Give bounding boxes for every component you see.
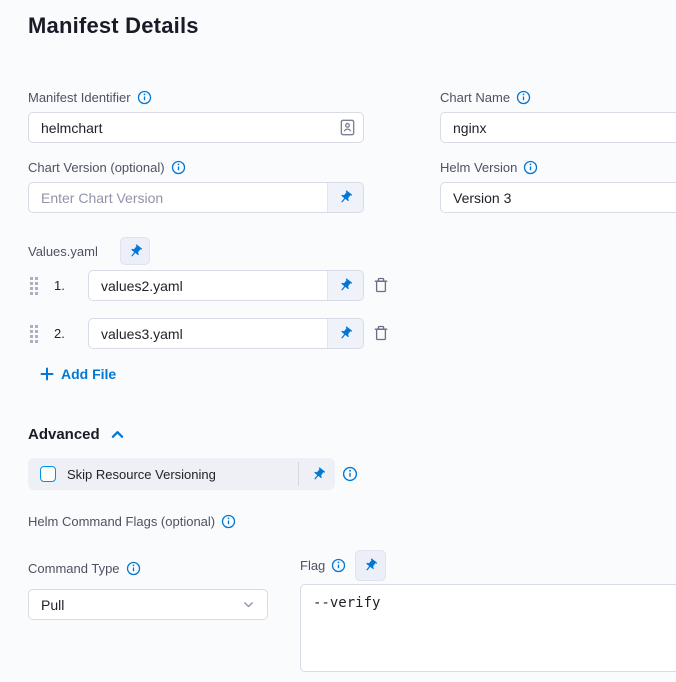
manifest-identifier-input[interactable] bbox=[29, 113, 340, 142]
flag-label: Flag bbox=[300, 558, 346, 573]
values-row-number: 2. bbox=[54, 326, 65, 341]
values-file-field bbox=[88, 318, 364, 349]
info-icon[interactable] bbox=[221, 514, 236, 529]
flag-label-text: Flag bbox=[300, 558, 325, 573]
id-card-icon[interactable] bbox=[340, 119, 363, 136]
info-icon[interactable] bbox=[171, 160, 186, 175]
helm-version-label: Helm Version bbox=[440, 160, 538, 175]
chevron-up-icon bbox=[110, 428, 125, 441]
pin-icon[interactable] bbox=[355, 550, 386, 581]
helm-version-label-text: Helm Version bbox=[440, 160, 517, 175]
drag-handle[interactable] bbox=[30, 277, 38, 295]
chart-version-label-text: Chart Version (optional) bbox=[28, 160, 165, 175]
info-icon[interactable] bbox=[331, 558, 346, 573]
helm-version-value: Version 3 bbox=[453, 190, 511, 206]
manifest-details-panel: Manifest Details Manifest Identifier Cha… bbox=[0, 0, 676, 682]
command-type-label: Command Type bbox=[28, 561, 141, 576]
values-yaml-label-text: Values.yaml bbox=[28, 244, 98, 259]
command-type-select[interactable]: Pull bbox=[28, 589, 268, 620]
info-icon[interactable] bbox=[516, 90, 531, 105]
manifest-identifier-field bbox=[28, 112, 364, 143]
skip-resource-versioning-row: Skip Resource Versioning bbox=[28, 458, 335, 490]
info-icon[interactable] bbox=[342, 466, 358, 482]
chart-name-label: Chart Name bbox=[440, 90, 531, 105]
divider bbox=[298, 462, 299, 486]
manifest-identifier-label-text: Manifest Identifier bbox=[28, 90, 131, 105]
pin-icon[interactable] bbox=[327, 319, 363, 348]
chart-version-input[interactable] bbox=[29, 183, 327, 212]
chart-name-label-text: Chart Name bbox=[440, 90, 510, 105]
info-icon[interactable] bbox=[523, 160, 538, 175]
chart-version-label: Chart Version (optional) bbox=[28, 160, 186, 175]
values-file-input[interactable] bbox=[89, 319, 327, 348]
values-yaml-label: Values.yaml bbox=[28, 244, 98, 259]
page-title: Manifest Details bbox=[28, 13, 199, 39]
add-file-button[interactable]: Add File bbox=[40, 366, 116, 382]
chevron-down-icon bbox=[242, 598, 255, 611]
advanced-label: Advanced bbox=[28, 426, 100, 443]
helm-command-flags-label: Helm Command Flags (optional) bbox=[28, 514, 236, 529]
helm-command-flags-label-text: Helm Command Flags (optional) bbox=[28, 514, 215, 529]
add-file-label: Add File bbox=[61, 366, 116, 382]
flag-textarea[interactable]: --verify bbox=[300, 584, 676, 672]
values-file-field bbox=[88, 270, 364, 301]
chart-version-field bbox=[28, 182, 364, 213]
values-file-input[interactable] bbox=[89, 271, 327, 300]
plus-icon bbox=[40, 367, 54, 381]
command-type-label-text: Command Type bbox=[28, 561, 120, 576]
skip-resource-versioning-label: Skip Resource Versioning bbox=[67, 467, 298, 482]
pin-icon[interactable] bbox=[120, 237, 150, 265]
trash-icon[interactable] bbox=[373, 324, 389, 347]
advanced-toggle[interactable]: Advanced bbox=[28, 426, 125, 443]
manifest-identifier-label: Manifest Identifier bbox=[28, 90, 152, 105]
skip-resource-versioning-checkbox[interactable] bbox=[40, 466, 56, 482]
pin-icon[interactable] bbox=[301, 467, 335, 482]
pin-icon[interactable] bbox=[327, 271, 363, 300]
helm-version-select[interactable]: Version 3 bbox=[440, 182, 676, 213]
command-type-value: Pull bbox=[41, 597, 64, 613]
info-icon[interactable] bbox=[137, 90, 152, 105]
info-icon[interactable] bbox=[126, 561, 141, 576]
drag-handle[interactable] bbox=[30, 325, 38, 343]
values-row-number: 1. bbox=[54, 278, 65, 293]
trash-icon[interactable] bbox=[373, 276, 389, 299]
chart-name-input[interactable] bbox=[440, 112, 676, 143]
pin-icon[interactable] bbox=[327, 183, 363, 212]
flag-field: --verify bbox=[300, 584, 676, 672]
